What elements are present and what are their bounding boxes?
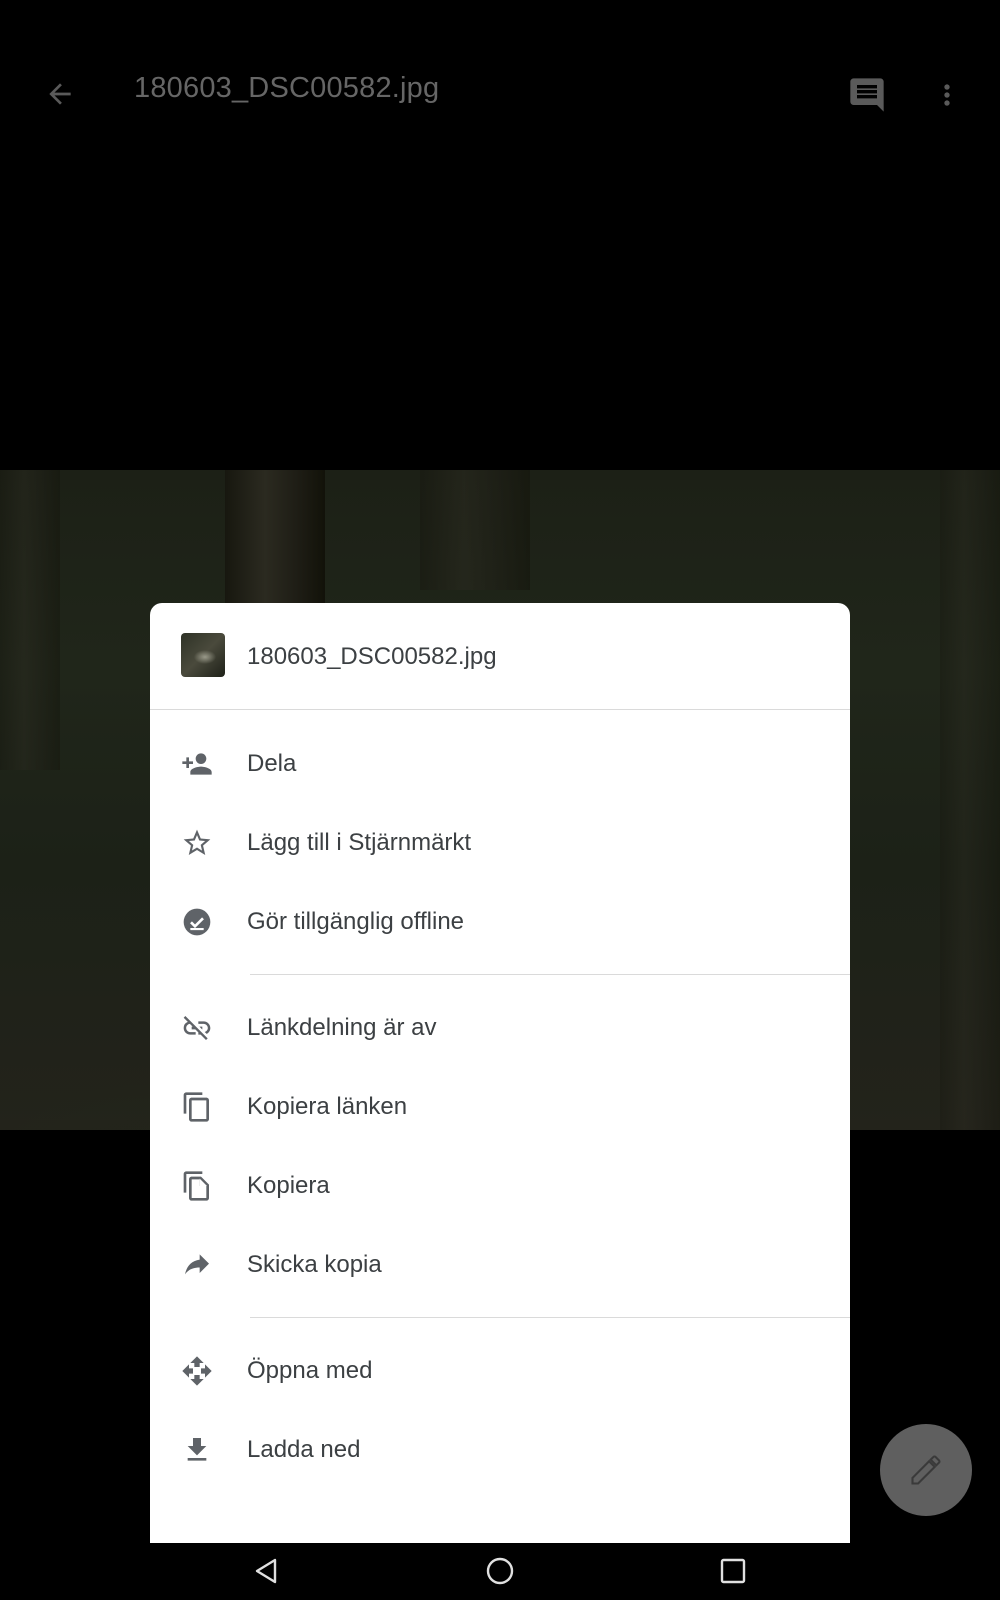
download-icon <box>181 1434 213 1466</box>
edit-pencil-icon <box>911 1455 941 1485</box>
menu-group-open: Öppna med Ladda ned <box>150 1318 850 1489</box>
nav-recents-button[interactable] <box>713 1551 753 1591</box>
menu-item-label: Skicka kopia <box>247 1250 382 1278</box>
sheet-file-name: 180603_DSC00582.jpg <box>247 643 497 670</box>
menu-item-download[interactable]: Ladda ned <box>150 1410 850 1489</box>
file-thumbnail <box>181 633 225 677</box>
forward-icon <box>181 1249 213 1281</box>
menu-item-copy-link[interactable]: Kopiera länken <box>150 1067 850 1146</box>
arrow-back-icon <box>49 83 71 105</box>
edit-fab[interactable] <box>880 1424 972 1516</box>
menu-item-share[interactable]: Dela <box>150 724 850 803</box>
menu-item-send-copy[interactable]: Skicka kopia <box>150 1225 850 1304</box>
comment-button[interactable] <box>842 70 892 120</box>
sheet-header: 180603_DSC00582.jpg <box>150 603 850 710</box>
person-add-icon <box>181 748 213 780</box>
file-copy-icon <box>181 1170 213 1202</box>
more-options-button[interactable] <box>922 70 972 120</box>
menu-item-star[interactable]: Lägg till i Stjärnmärkt <box>150 803 850 882</box>
nav-home-button[interactable] <box>480 1551 520 1591</box>
menu-item-label: Lägg till i Stjärnmärkt <box>247 828 472 856</box>
nav-back-button[interactable] <box>246 1551 286 1591</box>
menu-item-link-sharing[interactable]: Länkdelning är av <box>150 988 850 1067</box>
nav-recents-icon <box>720 1558 746 1584</box>
photo-tree-trunk <box>0 470 60 770</box>
file-title: 180603_DSC00582.jpg <box>134 72 440 104</box>
screen: 180603_DSC00582.jpg 180603_DSC00582.jpg <box>0 0 1000 1600</box>
open-with-icon <box>181 1355 213 1387</box>
menu-group-link: Länkdelning är av Kopiera länken Kopiera… <box>150 975 850 1317</box>
system-nav-bar <box>0 1543 1000 1600</box>
top-app-bar: 180603_DSC00582.jpg <box>0 0 1000 186</box>
menu-item-label: Gör tillgänglig offline <box>247 907 465 935</box>
link-off-icon <box>181 1012 213 1044</box>
copy-icon <box>181 1091 213 1123</box>
offline-check-icon <box>181 906 213 938</box>
menu-item-label: Dela <box>247 749 297 777</box>
back-button[interactable] <box>36 70 84 118</box>
menu-item-offline[interactable]: Gör tillgänglig offline <box>150 882 850 961</box>
menu-item-label: Öppna med <box>247 1356 373 1384</box>
nav-back-icon <box>255 1558 277 1584</box>
file-actions-sheet: 180603_DSC00582.jpg Dela Lägg till i Stj… <box>150 603 850 1543</box>
menu-item-open-with[interactable]: Öppna med <box>150 1331 850 1410</box>
menu-item-make-copy[interactable]: Kopiera <box>150 1146 850 1225</box>
nav-home-icon <box>486 1557 514 1585</box>
photo-tree-trunk <box>420 470 530 590</box>
photo-tree-trunk <box>225 470 325 610</box>
menu-item-label: Kopiera <box>247 1171 330 1199</box>
menu-item-label: Länkdelning är av <box>247 1013 437 1041</box>
comment-icon <box>850 78 884 112</box>
menu-item-label: Ladda ned <box>247 1435 361 1463</box>
menu-group-primary: Dela Lägg till i Stjärnmärkt Gör tillgän… <box>150 710 850 974</box>
menu-item-label: Kopiera länken <box>247 1092 408 1120</box>
star-outline-icon <box>181 827 213 859</box>
photo-tree-trunk <box>940 470 1000 1130</box>
more-vert-icon <box>944 84 950 106</box>
